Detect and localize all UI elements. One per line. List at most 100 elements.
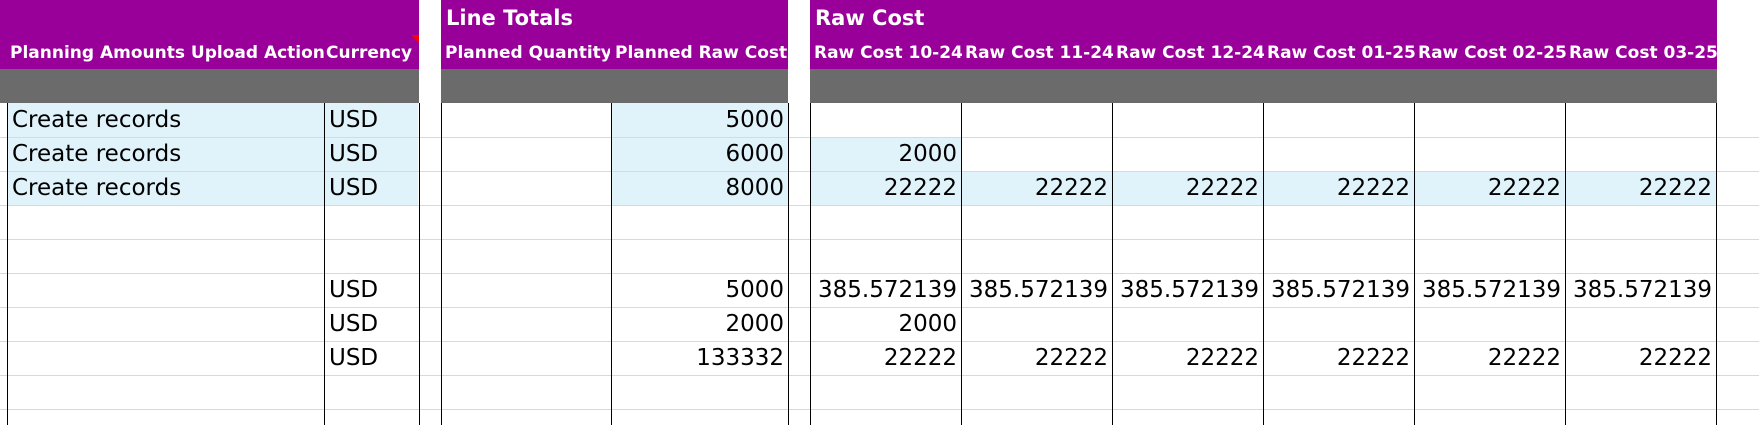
- cell-action[interactable]: [8, 273, 324, 307]
- cell-raw-cost-period[interactable]: [1415, 205, 1565, 239]
- cell-raw-cost-period[interactable]: [1113, 375, 1263, 409]
- cell-raw-cost-period[interactable]: [1566, 103, 1716, 137]
- cell-currency[interactable]: USD: [325, 341, 418, 375]
- cell-raw-cost-period[interactable]: [811, 375, 961, 409]
- cell-raw-cost-period[interactable]: 385.572139: [1415, 273, 1565, 307]
- cell-planned-quantity[interactable]: [442, 341, 611, 375]
- cell-raw-cost-period[interactable]: [962, 375, 1112, 409]
- cell-raw-cost-period[interactable]: 385.572139: [811, 273, 961, 307]
- cell-raw-cost-period[interactable]: [1113, 307, 1263, 341]
- cell-raw-cost-period[interactable]: [1264, 239, 1414, 273]
- cell-raw-cost-period[interactable]: [1264, 103, 1414, 137]
- cell-raw-cost-period[interactable]: [1113, 103, 1263, 137]
- column-header-action[interactable]: Planning Amounts Upload Action: [10, 43, 324, 63]
- cell-planned-raw-cost[interactable]: 6000: [612, 137, 788, 171]
- cell-raw-cost-period[interactable]: [1264, 307, 1414, 341]
- column-header-raw-cost-period[interactable]: Raw Cost 12-24: [1116, 43, 1264, 63]
- cell-raw-cost-period[interactable]: 385.572139: [1264, 273, 1414, 307]
- cell-planned-quantity[interactable]: [442, 205, 611, 239]
- column-header-currency[interactable]: Currency: [326, 43, 418, 63]
- cell-currency[interactable]: USD: [325, 103, 418, 137]
- cell-raw-cost-period[interactable]: 22222: [811, 171, 961, 205]
- cell-currency[interactable]: [325, 239, 418, 273]
- comment-indicator-icon[interactable]: [411, 35, 419, 43]
- column-header-planned-raw-cost[interactable]: Planned Raw Cost: [615, 43, 787, 63]
- cell-action[interactable]: [8, 307, 324, 341]
- cell-raw-cost-period[interactable]: [1566, 239, 1716, 273]
- cell-currency[interactable]: USD: [325, 137, 418, 171]
- cell-action[interactable]: [8, 409, 324, 425]
- cell-planned-raw-cost[interactable]: 2000: [612, 307, 788, 341]
- cell-raw-cost-period[interactable]: [811, 239, 961, 273]
- cell-raw-cost-period[interactable]: [962, 307, 1112, 341]
- cell-raw-cost-period[interactable]: [1566, 205, 1716, 239]
- cell-raw-cost-period[interactable]: 22222: [1264, 341, 1414, 375]
- cell-planned-raw-cost[interactable]: 133332: [612, 341, 788, 375]
- cell-raw-cost-period[interactable]: [962, 137, 1112, 171]
- cell-currency[interactable]: USD: [325, 273, 418, 307]
- cell-raw-cost-period[interactable]: 22222: [962, 341, 1112, 375]
- cell-planned-quantity[interactable]: [442, 137, 611, 171]
- cell-action[interactable]: Create records: [8, 171, 324, 205]
- cell-raw-cost-period[interactable]: 22222: [1113, 341, 1263, 375]
- cell-raw-cost-period[interactable]: [1113, 239, 1263, 273]
- cell-raw-cost-period[interactable]: [962, 239, 1112, 273]
- cell-raw-cost-period[interactable]: 22222: [1415, 171, 1565, 205]
- cell-currency[interactable]: [325, 375, 418, 409]
- cell-raw-cost-period[interactable]: [1415, 307, 1565, 341]
- column-header-raw-cost-period[interactable]: Raw Cost 11-24: [965, 43, 1113, 63]
- cell-raw-cost-period[interactable]: [1415, 103, 1565, 137]
- cell-action[interactable]: Create records: [8, 103, 324, 137]
- column-header-raw-cost-period[interactable]: Raw Cost 10-24: [814, 43, 962, 63]
- cell-currency[interactable]: [325, 409, 418, 425]
- cell-raw-cost-period[interactable]: 385.572139: [1566, 273, 1716, 307]
- column-header-planned-quantity[interactable]: Planned Quantity: [445, 43, 610, 63]
- cell-planned-raw-cost[interactable]: 5000: [612, 273, 788, 307]
- cell-action[interactable]: [8, 239, 324, 273]
- cell-raw-cost-period[interactable]: [1264, 205, 1414, 239]
- cell-planned-quantity[interactable]: [442, 409, 611, 425]
- cell-raw-cost-period[interactable]: 22222: [1566, 341, 1716, 375]
- cell-raw-cost-period[interactable]: [811, 103, 961, 137]
- cell-raw-cost-period[interactable]: 22222: [811, 341, 961, 375]
- cell-currency[interactable]: [325, 205, 418, 239]
- column-header-raw-cost-period[interactable]: Raw Cost 01-25: [1267, 43, 1415, 63]
- cell-raw-cost-period[interactable]: [811, 409, 961, 425]
- cell-raw-cost-period[interactable]: 2000: [811, 307, 961, 341]
- cell-raw-cost-period[interactable]: [1415, 409, 1565, 425]
- cell-raw-cost-period[interactable]: [1264, 137, 1414, 171]
- cell-raw-cost-period[interactable]: 22222: [1415, 341, 1565, 375]
- cell-planned-quantity[interactable]: [442, 375, 611, 409]
- cell-raw-cost-period[interactable]: 385.572139: [962, 273, 1112, 307]
- cell-raw-cost-period[interactable]: [962, 409, 1112, 425]
- cell-raw-cost-period[interactable]: [1415, 239, 1565, 273]
- cell-raw-cost-period[interactable]: 22222: [962, 171, 1112, 205]
- column-header-raw-cost-period[interactable]: Raw Cost 03-25: [1569, 43, 1717, 63]
- cell-raw-cost-period[interactable]: [1113, 137, 1263, 171]
- cell-raw-cost-period[interactable]: [1566, 307, 1716, 341]
- column-header-raw-cost-period[interactable]: Raw Cost 02-25: [1418, 43, 1566, 63]
- cell-raw-cost-period[interactable]: [1566, 137, 1716, 171]
- cell-raw-cost-period[interactable]: [1415, 375, 1565, 409]
- cell-currency[interactable]: USD: [325, 171, 418, 205]
- cell-raw-cost-period[interactable]: [1264, 409, 1414, 425]
- cell-action[interactable]: [8, 205, 324, 239]
- cell-raw-cost-period[interactable]: [962, 205, 1112, 239]
- cell-raw-cost-period[interactable]: [1415, 137, 1565, 171]
- cell-raw-cost-period[interactable]: 22222: [1264, 171, 1414, 205]
- cell-planned-quantity[interactable]: [442, 239, 611, 273]
- cell-raw-cost-period[interactable]: [962, 103, 1112, 137]
- cell-planned-raw-cost[interactable]: 5000: [612, 103, 788, 137]
- cell-planned-raw-cost[interactable]: [612, 409, 788, 425]
- cell-planned-raw-cost[interactable]: [612, 375, 788, 409]
- cell-raw-cost-period[interactable]: [1113, 205, 1263, 239]
- cell-planned-raw-cost[interactable]: [612, 205, 788, 239]
- cell-planned-quantity[interactable]: [442, 171, 611, 205]
- cell-raw-cost-period[interactable]: [1566, 409, 1716, 425]
- cell-planned-quantity[interactable]: [442, 273, 611, 307]
- cell-raw-cost-period[interactable]: [1566, 375, 1716, 409]
- cell-action[interactable]: [8, 375, 324, 409]
- cell-raw-cost-period[interactable]: [1264, 375, 1414, 409]
- cell-raw-cost-period[interactable]: [811, 205, 961, 239]
- cell-raw-cost-period[interactable]: 385.572139: [1113, 273, 1263, 307]
